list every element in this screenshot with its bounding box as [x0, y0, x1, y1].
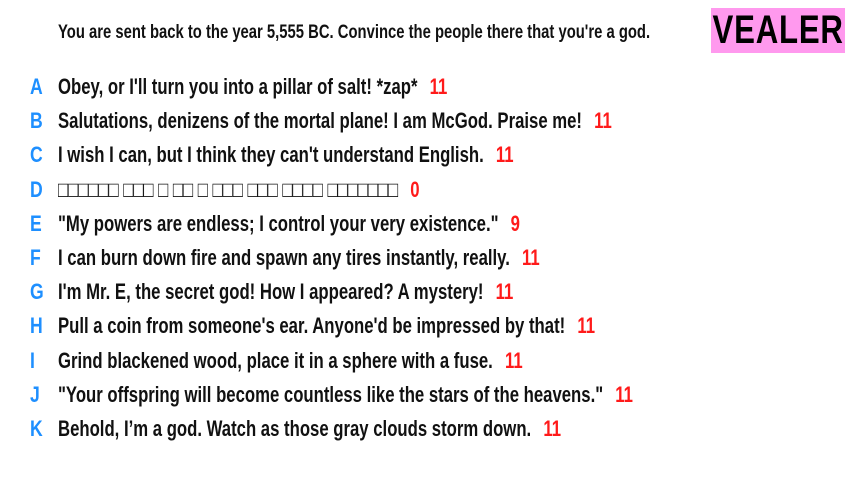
answer-score: 11 [522, 245, 540, 270]
answer-score: 11 [543, 416, 562, 441]
answer-letter: B [30, 108, 43, 134]
answer-body: Salutations, denizens of the mortal plan… [58, 108, 612, 134]
answer-body: Behold, I’m a god. Watch as those gray c… [58, 416, 561, 442]
answer-score: 11 [429, 74, 448, 99]
answer-text: I'm Mr. E, the secret god! How I appeare… [58, 279, 484, 305]
answer-body: "Your offspring will become countless li… [58, 382, 633, 408]
answer-letter: I [30, 347, 35, 373]
answer-item: B Salutations, denizens of the mortal pl… [0, 108, 853, 138]
answer-body: "My powers are endless; I control your v… [58, 211, 520, 237]
answer-item: A Obey, or I'll turn you into a pillar o… [0, 74, 853, 104]
answer-letter: H [30, 313, 43, 339]
answer-letter: E [30, 210, 42, 236]
answer-body: □□□□□□ □□□ □ □□ □ □□□ □□□ □□□□ □□□□□□□ 0 [58, 177, 420, 203]
answer-text: I wish I can, but I think they can't und… [58, 142, 484, 168]
answer-score: 11 [615, 381, 633, 407]
answer-score: 0 [410, 176, 420, 202]
answer-letter: G [30, 279, 44, 305]
answer-text: Obey, or I'll turn you into a pillar of … [58, 74, 418, 99]
answer-text: "Your offspring will become countless li… [58, 381, 604, 407]
answer-item: I Grind blackened wood, place it in a sp… [0, 348, 853, 378]
answer-body: Pull a coin from someone's ear. Anyone'd… [58, 313, 595, 339]
answer-letter: C [30, 142, 43, 168]
answer-item: J "Your offspring will become countless … [0, 382, 853, 412]
answer-text: □□□□□□ □□□ □ □□ □ □□□ □□□ □□□□ □□□□□□□ [58, 176, 399, 202]
prompt-text: You are sent back to the year 5,555 BC. … [58, 22, 651, 43]
answer-body: I can burn down fire and spawn any tires… [58, 245, 540, 271]
answer-item: F I can burn down fire and spawn any tir… [0, 245, 853, 275]
logo-text: VEALER [712, 8, 844, 52]
answer-body: I'm Mr. E, the secret god! How I appeare… [58, 279, 513, 305]
answer-text: Behold, I’m a god. Watch as those gray c… [58, 416, 532, 441]
answer-letter: K [30, 416, 43, 441]
answer-letter: D [30, 176, 43, 202]
answer-score: 11 [495, 142, 514, 168]
answer-score: 11 [495, 279, 514, 305]
answer-score: 11 [504, 347, 523, 373]
answer-score: 11 [577, 313, 596, 339]
answer-score: 9 [510, 210, 520, 236]
answer-body: Grind blackened wood, place it in a sphe… [58, 348, 523, 374]
answer-text: I can burn down fire and spawn any tires… [58, 245, 510, 270]
answer-letter: F [30, 245, 41, 270]
answer-text: "My powers are endless; I control your v… [58, 210, 499, 236]
answer-text: Grind blackened wood, place it in a sphe… [58, 347, 493, 373]
answer-text: Pull a coin from someone's ear. Anyone'd… [58, 313, 566, 339]
answer-letter: A [30, 74, 43, 99]
answer-score: 11 [594, 108, 612, 134]
answer-item: E "My powers are endless; I control your… [0, 211, 853, 241]
vealer-logo: VEALER [711, 8, 845, 53]
answer-text: Salutations, denizens of the mortal plan… [58, 108, 583, 134]
answer-item: K Behold, I’m a god. Watch as those gray… [0, 416, 853, 446]
answer-body: I wish I can, but I think they can't und… [58, 142, 514, 168]
answer-letter: J [30, 381, 40, 407]
answer-item: D □□□□□□ □□□ □ □□ □ □□□ □□□ □□□□ □□□□□□□… [0, 177, 853, 207]
answer-item: H Pull a coin from someone's ear. Anyone… [0, 313, 853, 343]
answer-item: G I'm Mr. E, the secret god! How I appea… [0, 279, 853, 309]
answer-body: Obey, or I'll turn you into a pillar of … [58, 74, 447, 100]
answer-item: C I wish I can, but I think they can't u… [0, 142, 853, 172]
